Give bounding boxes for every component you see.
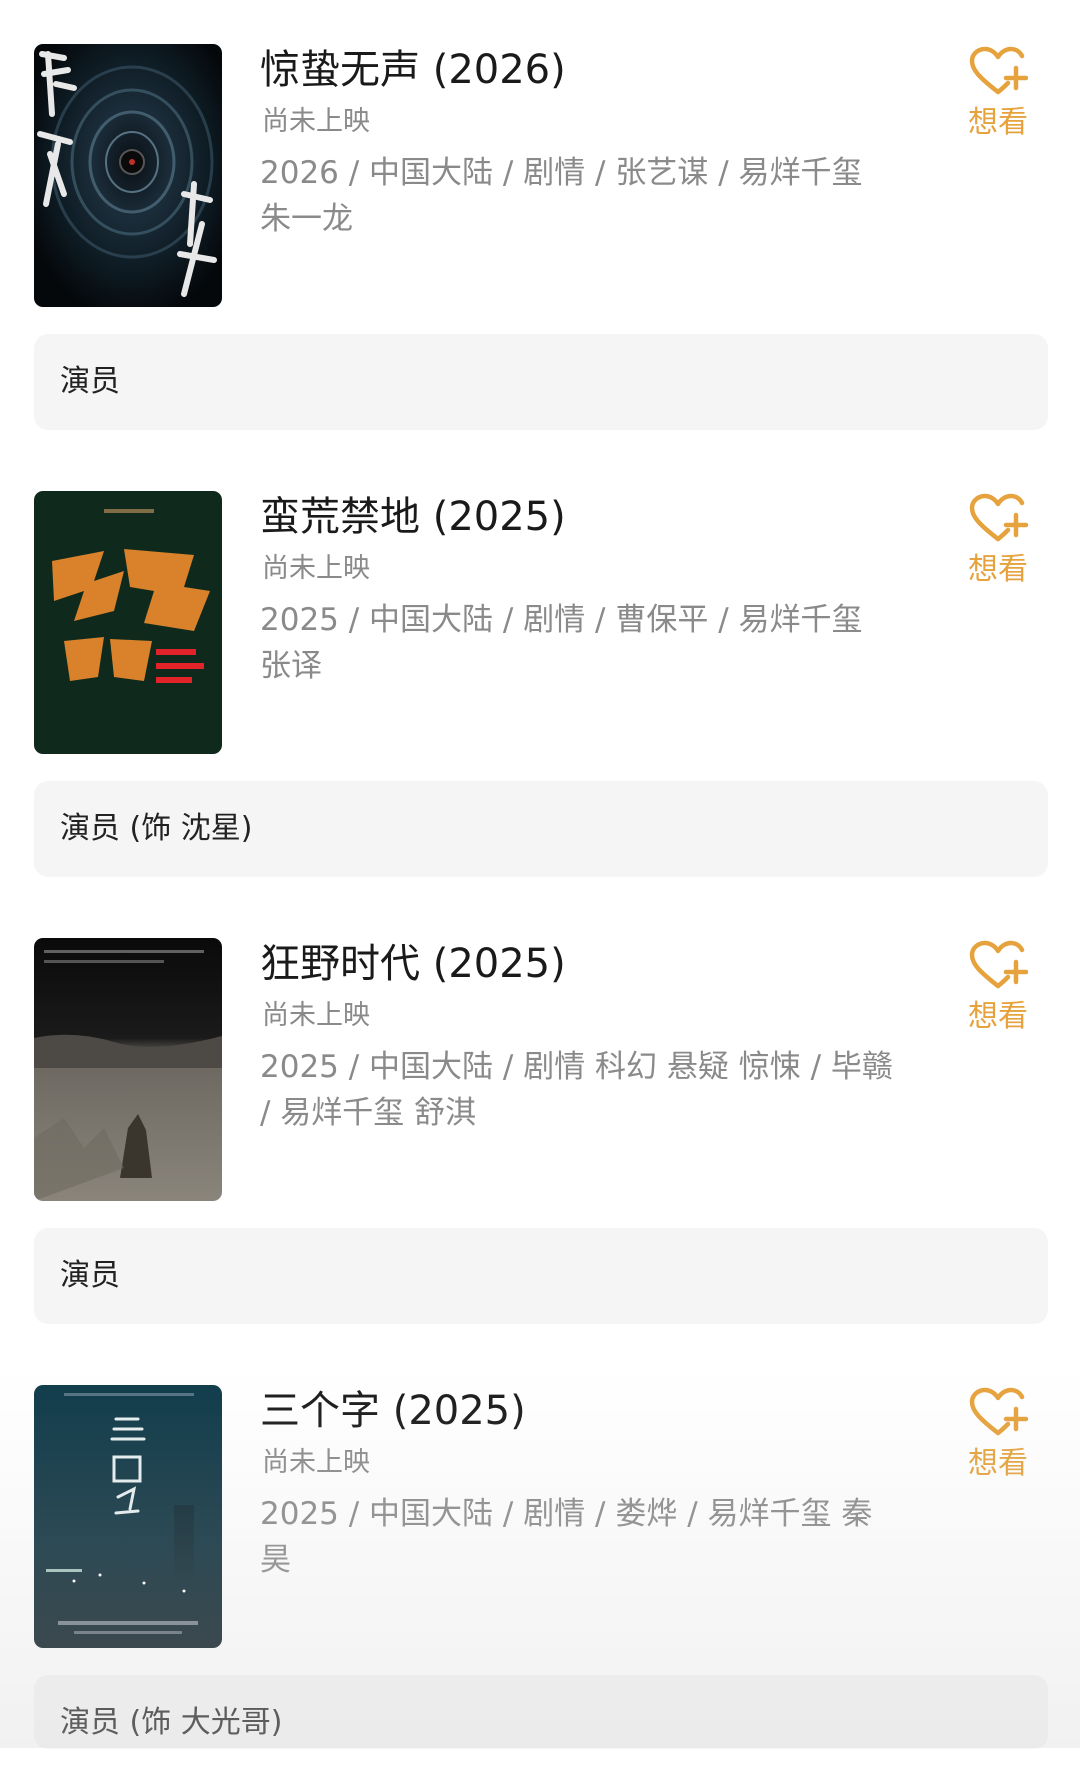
heart-plus-icon <box>969 1387 1028 1436</box>
release-status: 尚未上映 <box>262 106 370 137</box>
movie-poster[interactable] <box>34 938 222 1201</box>
heart-plus-icon <box>969 46 1028 95</box>
role-text: 演员 (饰 沈星) <box>60 811 253 846</box>
movie-item[interactable]: 蛮荒禁地 (2025) 尚未上映 2025 / 中国大陆 / 剧情 / 曹保平 … <box>0 447 1080 894</box>
movie-poster[interactable] <box>34 1385 222 1648</box>
movie-item[interactable]: 惊蛰无声 (2026) 尚未上映 2026 / 中国大陆 / 剧情 / 张艺谋 … <box>0 0 1080 447</box>
movie-poster[interactable] <box>34 491 222 754</box>
want-to-watch-label: 想看 <box>968 552 1028 587</box>
movie-meta: 2025 / 中国大陆 / 剧情 科幻 悬疑 惊悚 / 毕赣 / 易烊千玺 舒淇 <box>260 1049 893 1131</box>
role-bar: 演员 (饰 沈星) <box>34 781 1048 877</box>
movie-title[interactable]: 蛮荒禁地 (2025) <box>260 489 566 545</box>
role-bar: 演员 <box>34 334 1048 430</box>
movie-meta: 2025 / 中国大陆 / 剧情 / 娄烨 / 易烊千玺 秦昊 <box>260 1496 873 1578</box>
want-to-watch-label: 想看 <box>968 1446 1028 1481</box>
heart-plus-icon <box>969 940 1028 989</box>
movie-title[interactable]: 惊蛰无声 (2026) <box>260 42 566 98</box>
role-text: 演员 <box>60 1258 120 1293</box>
movie-item[interactable]: 狂野时代 (2025) 尚未上映 2025 / 中国大陆 / 剧情 科幻 悬疑 … <box>0 894 1080 1341</box>
release-status: 尚未上映 <box>262 1000 370 1031</box>
release-status: 尚未上映 <box>262 1447 370 1478</box>
release-status: 尚未上映 <box>262 553 370 584</box>
role-text: 演员 (饰 大光哥) <box>60 1705 283 1740</box>
want-to-watch-button[interactable]: 想看 <box>958 46 1038 142</box>
want-to-watch-button[interactable]: 想看 <box>958 940 1038 1036</box>
role-text: 演员 <box>60 364 120 399</box>
movie-meta: 2026 / 中国大陆 / 剧情 / 张艺谋 / 易烊千玺 朱一龙 <box>260 155 863 237</box>
movie-meta: 2025 / 中国大陆 / 剧情 / 曹保平 / 易烊千玺 张译 <box>260 602 863 684</box>
movie-list: 惊蛰无声 (2026) 尚未上映 2026 / 中国大陆 / 剧情 / 张艺谋 … <box>0 0 1080 1749</box>
movie-item[interactable]: 三个字 (2025) 尚未上映 2025 / 中国大陆 / 剧情 / 娄烨 / … <box>0 1341 1080 1788</box>
want-to-watch-label: 想看 <box>968 999 1028 1034</box>
want-to-watch-button[interactable]: 想看 <box>958 1387 1038 1483</box>
heart-plus-icon <box>969 493 1028 542</box>
role-bar: 演员 (饰 大光哥) <box>34 1675 1048 1749</box>
want-to-watch-label: 想看 <box>968 105 1028 140</box>
movie-title[interactable]: 狂野时代 (2025) <box>260 936 566 992</box>
movie-title[interactable]: 三个字 (2025) <box>260 1383 526 1439</box>
movie-poster[interactable] <box>34 44 222 307</box>
role-bar: 演员 <box>34 1228 1048 1324</box>
want-to-watch-button[interactable]: 想看 <box>958 493 1038 589</box>
